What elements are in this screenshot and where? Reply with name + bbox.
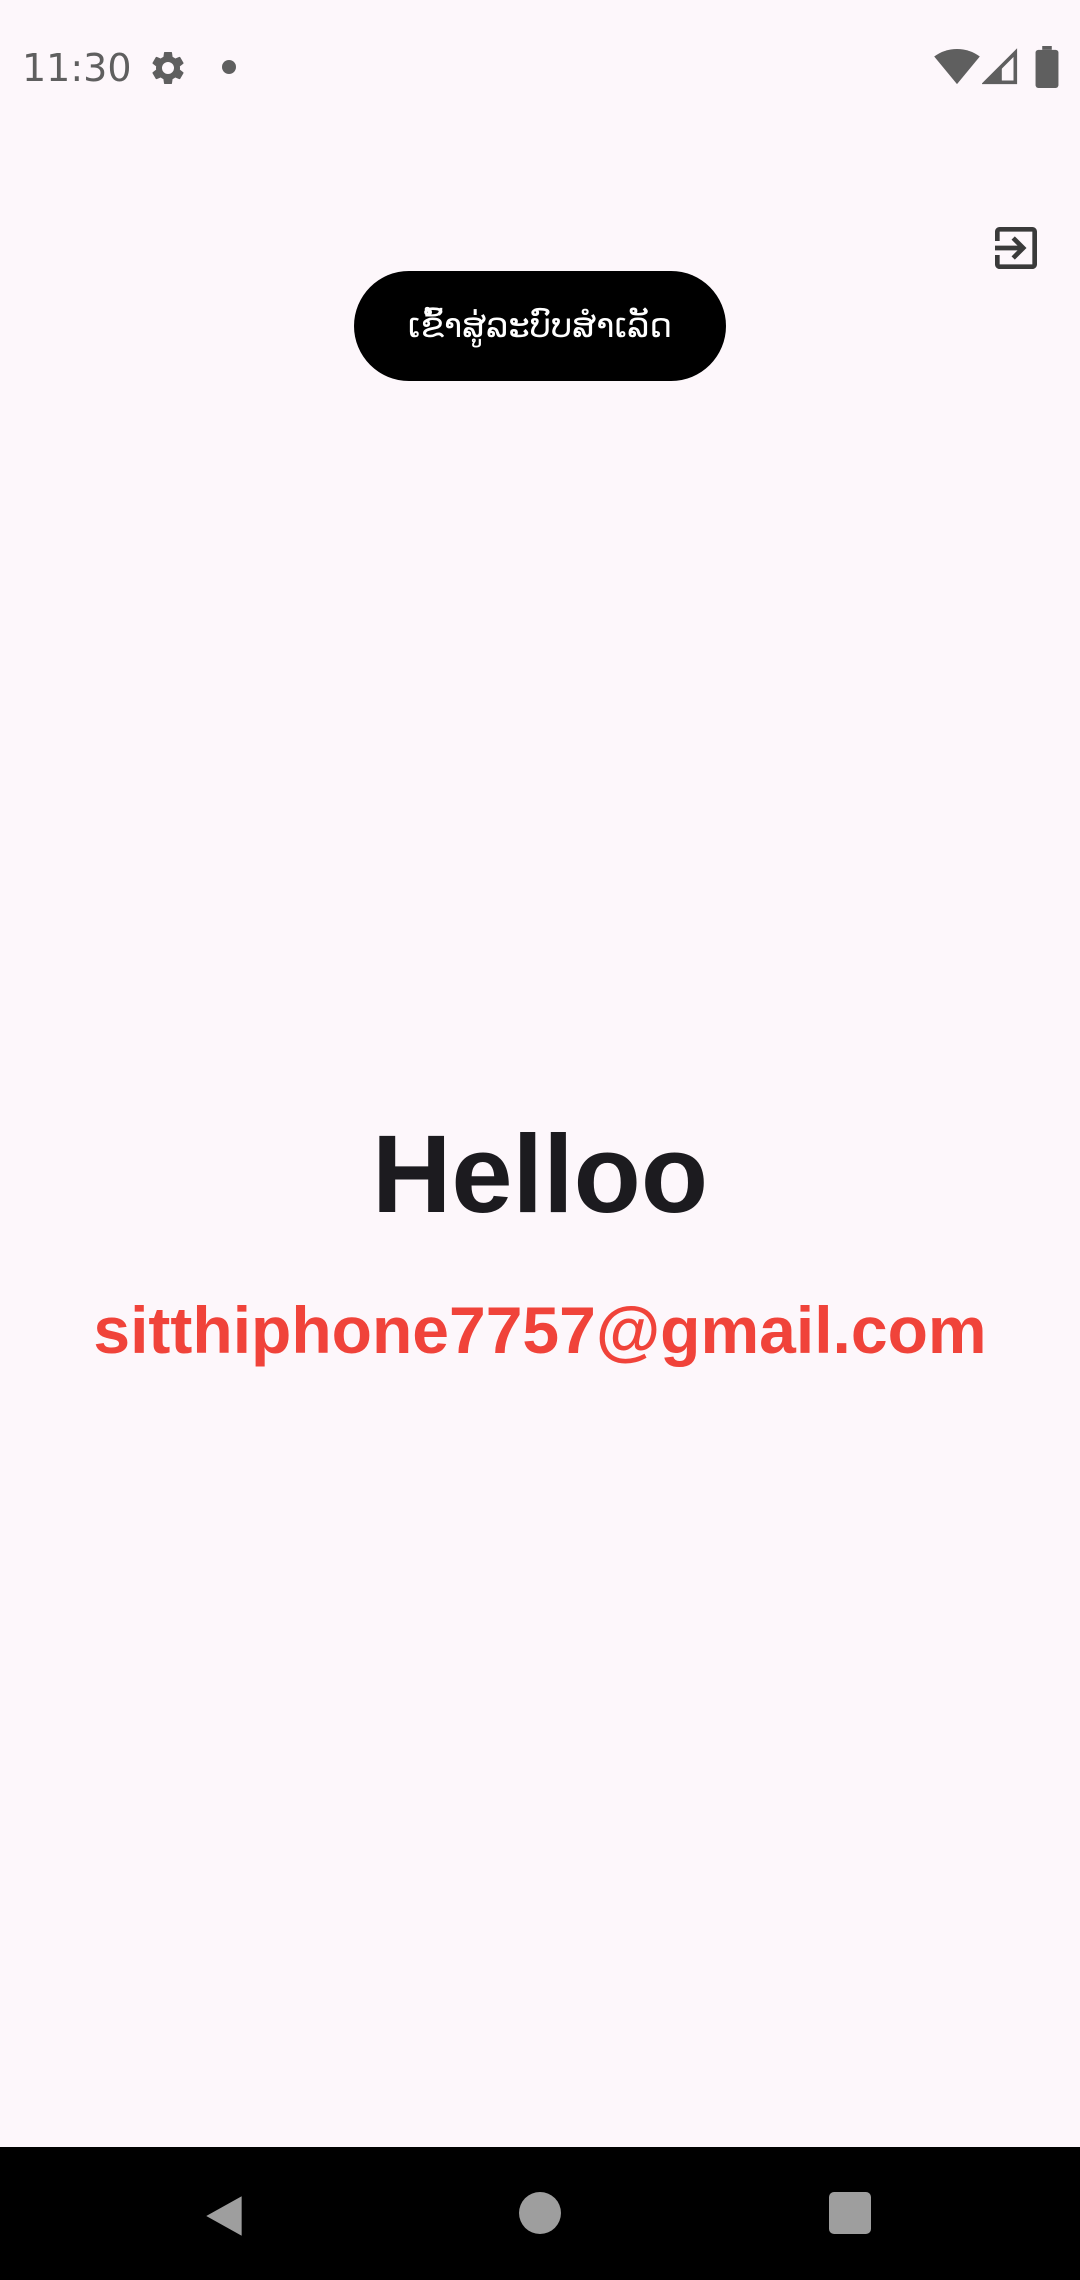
user-email: sitthiphone7757@gmail.com: [93, 1293, 987, 1367]
home-icon[interactable]: [519, 2192, 561, 2234]
navigation-bar: [0, 2147, 1080, 2280]
notification-dot-icon: [222, 60, 236, 74]
toast-text: ເຂົ້າສູ່ລະບົບສຳເລັດ: [407, 306, 673, 346]
app-screen: 11:30 ເຂົ້າສູ່ລະບົບສຳເລັດ Helloo sitthip…: [0, 0, 1080, 2280]
signal-icon: [982, 48, 1018, 85]
status-time: 11:30: [22, 46, 132, 90]
toast-message: ເຂົ້າສູ່ລະບົບສຳເລັດ: [354, 271, 726, 381]
wifi-icon: [934, 48, 980, 85]
recents-icon[interactable]: [829, 2192, 871, 2234]
battery-icon: [1035, 46, 1059, 88]
back-icon[interactable]: [200, 2191, 250, 2241]
gear-icon: [152, 51, 184, 84]
greeting-title: Helloo: [371, 1113, 709, 1236]
status-bar: 11:30: [0, 0, 1080, 132]
logout-icon: [995, 227, 1037, 269]
logout-button[interactable]: [980, 212, 1052, 284]
